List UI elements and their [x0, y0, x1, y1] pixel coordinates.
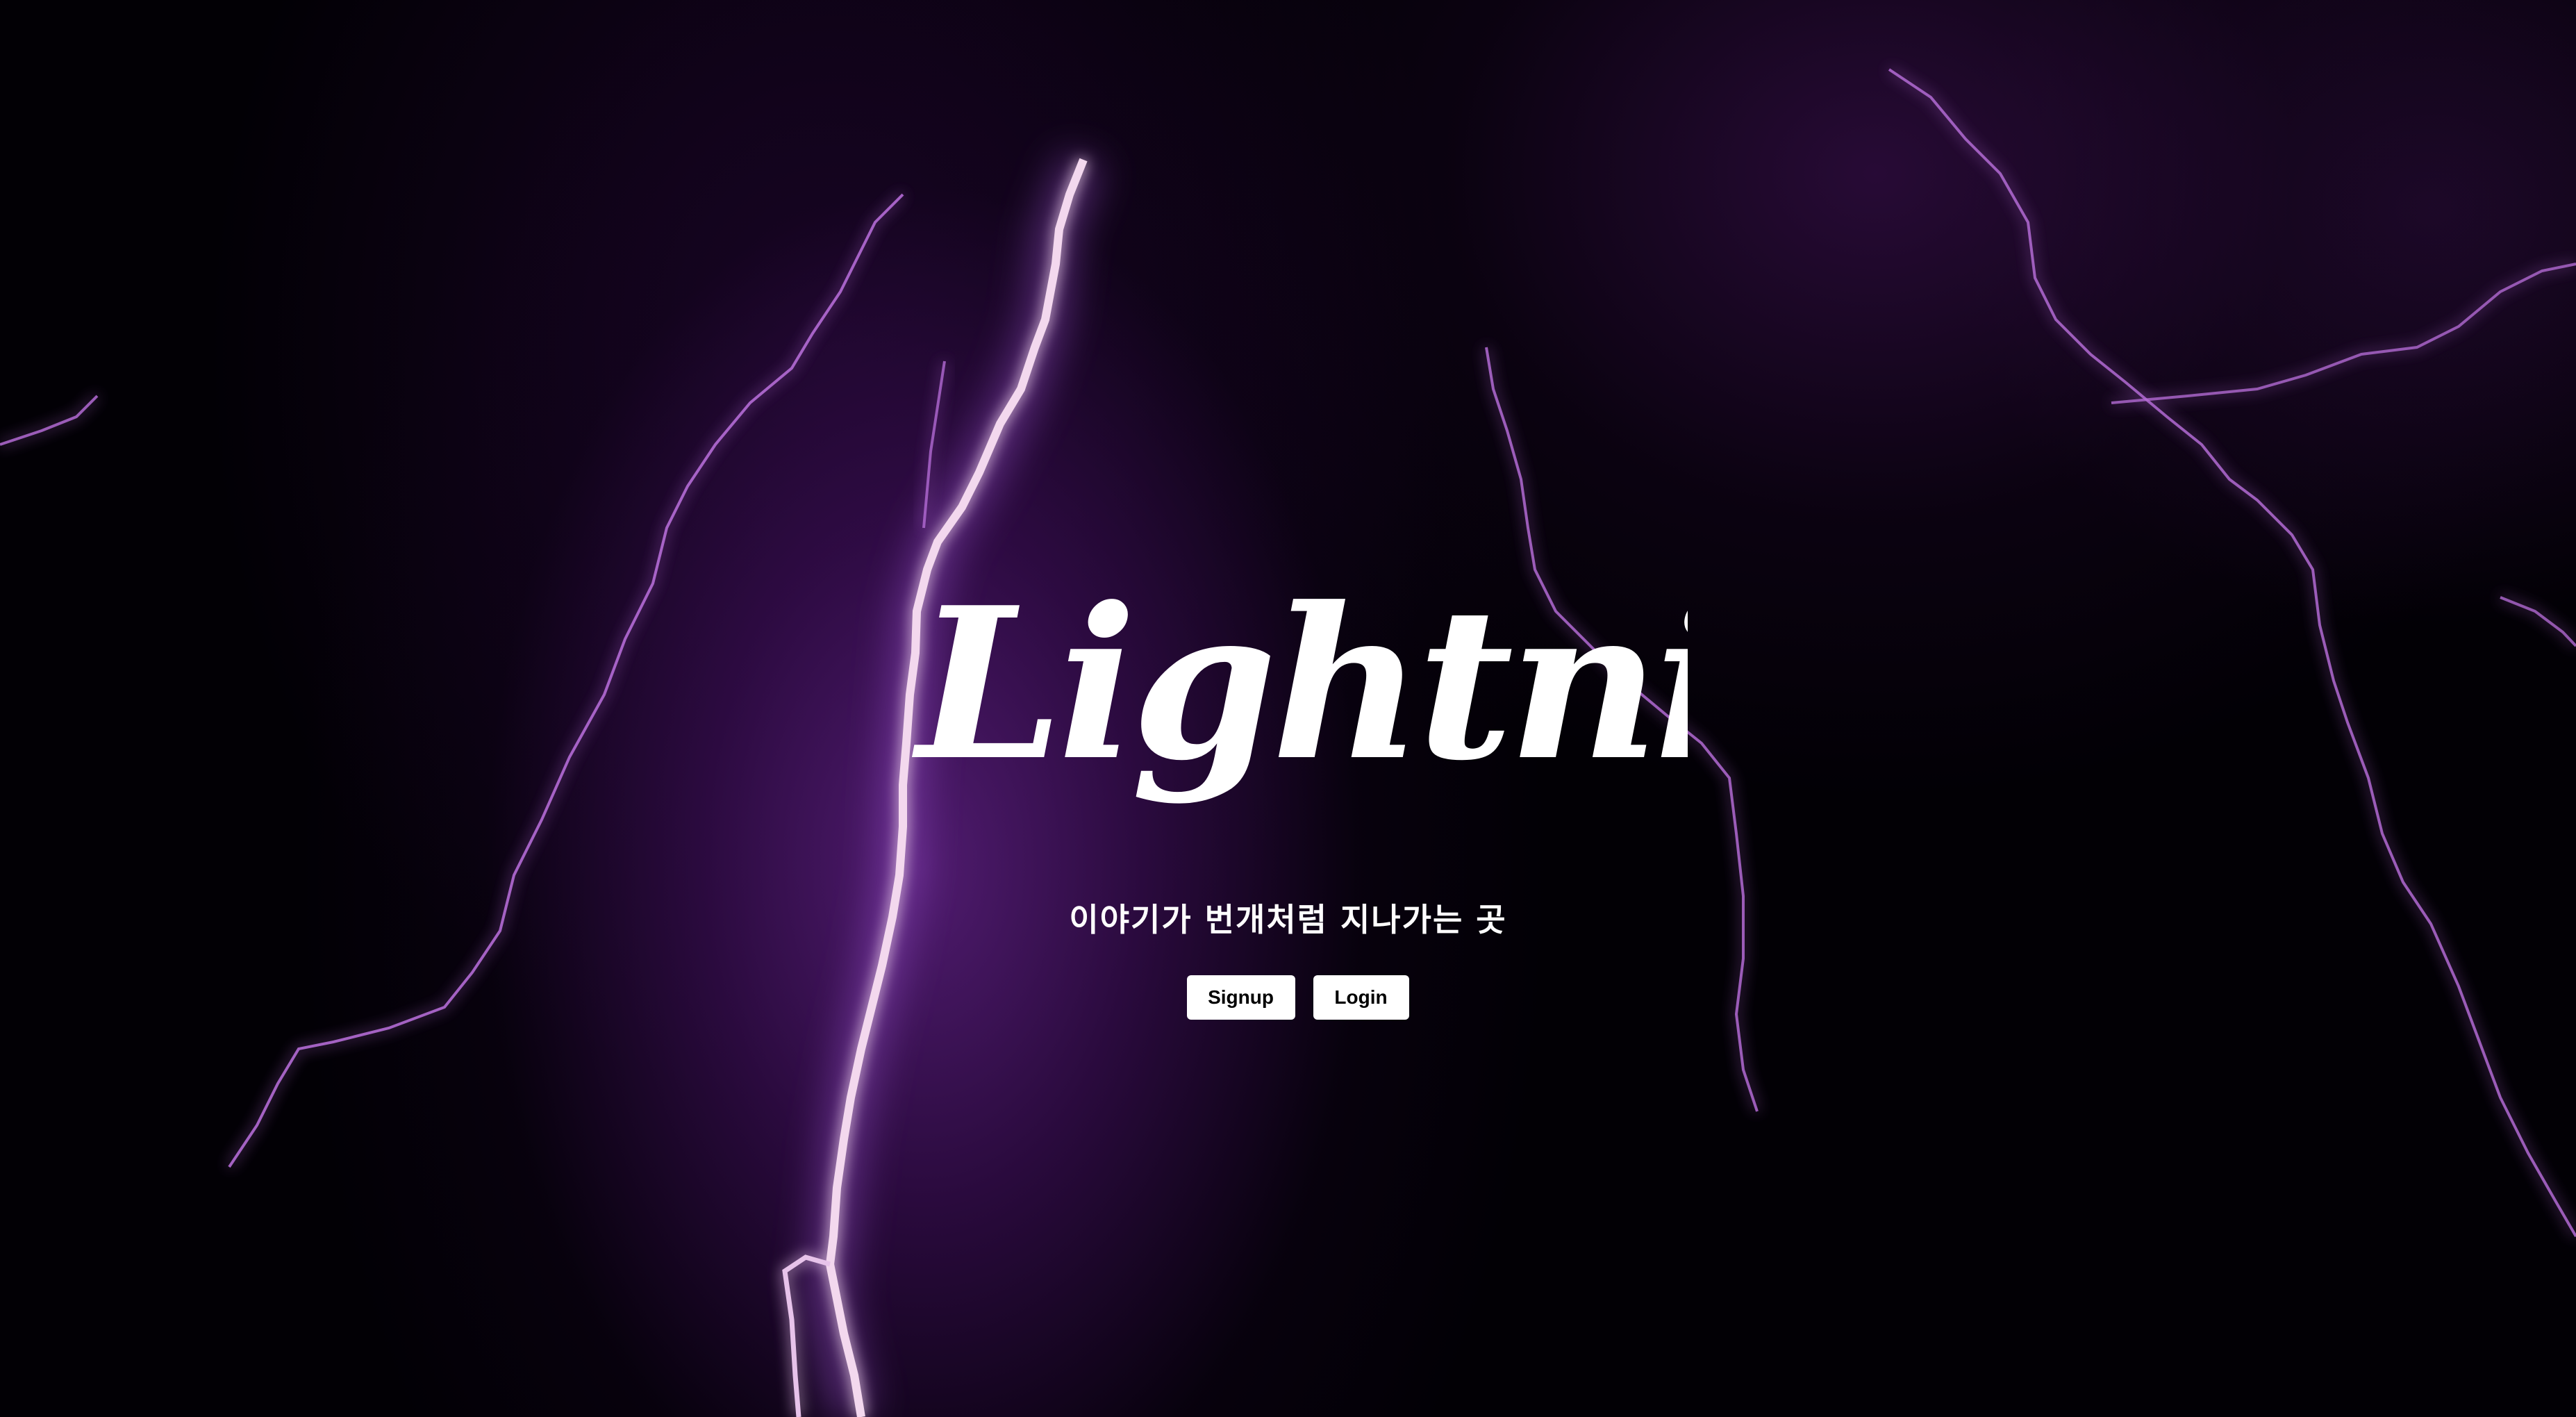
auth-buttons: Signup Login [0, 975, 2576, 1020]
tagline: 이야기가 번개처럼 지나가는 곳 [1069, 901, 1507, 938]
signup-button[interactable]: Signup [1186, 975, 1295, 1020]
logo: Lightning [911, 561, 1688, 806]
hero: Lightning 이야기가 번개처럼 지나가는 곳 Signup Login [0, 0, 2576, 1417]
login-button[interactable]: Login [1313, 975, 1409, 1020]
logo-text: Lightning [911, 561, 1688, 806]
landing-page: Lightning 이야기가 번개처럼 지나가는 곳 Signup Login [0, 0, 2576, 1417]
